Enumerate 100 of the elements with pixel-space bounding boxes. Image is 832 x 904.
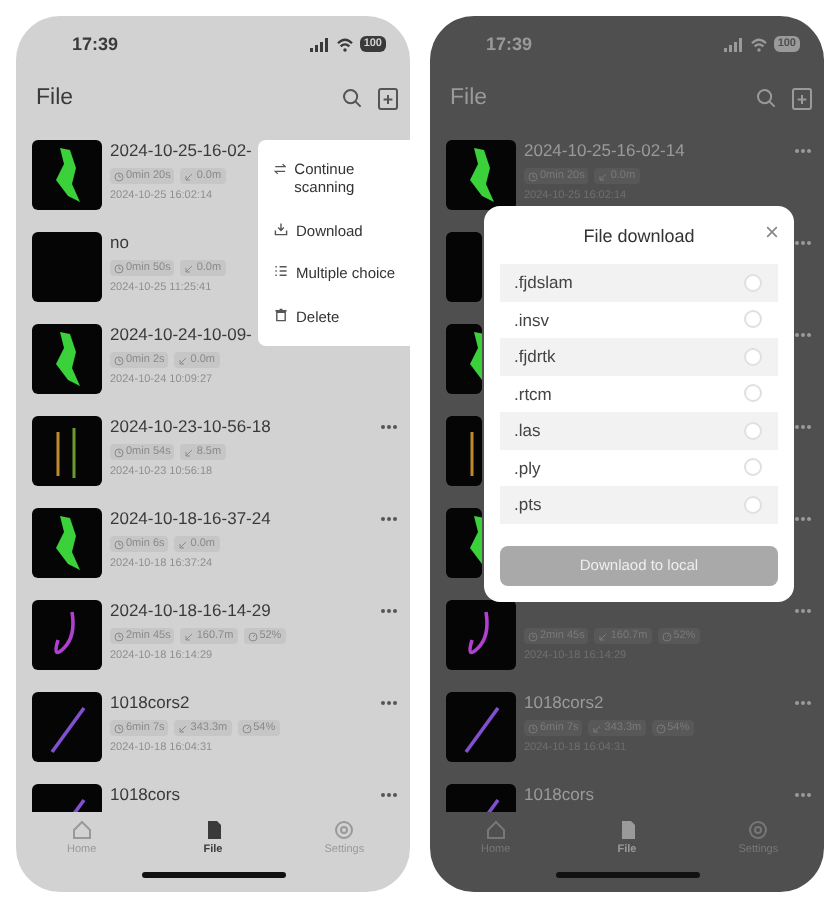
more-icon[interactable] — [794, 792, 812, 798]
radio-button[interactable] — [744, 421, 762, 440]
file-name: 2024-10-25-16-02-14 — [524, 140, 685, 162]
more-icon[interactable] — [794, 240, 812, 246]
signal-icon — [309, 37, 330, 51]
more-icon[interactable] — [380, 792, 398, 798]
scan-thumbnail — [32, 692, 102, 762]
search-icon[interactable] — [756, 88, 776, 108]
scan-thumbnail — [32, 324, 102, 394]
wifi-icon — [335, 37, 354, 51]
more-icon[interactable] — [794, 608, 812, 614]
more-icon[interactable] — [380, 516, 398, 522]
clock-icon — [114, 171, 124, 181]
clock-icon — [528, 723, 538, 733]
gauge-icon — [247, 631, 258, 641]
scan-thumbnail — [32, 140, 102, 210]
add-file-icon[interactable] — [378, 87, 398, 109]
file-name: 1018cors2 — [524, 692, 604, 714]
ruler-icon — [598, 171, 609, 181]
ruler-icon — [184, 447, 195, 457]
more-icon[interactable] — [794, 516, 812, 522]
format-label: .las — [514, 420, 541, 441]
gauge-icon — [655, 723, 666, 733]
format-label: .fjdslam — [514, 272, 573, 293]
scan-thumbnail — [446, 324, 482, 394]
scan-thumbnail — [446, 140, 516, 210]
scan-thumbnail — [32, 232, 102, 302]
ruler-icon — [184, 171, 195, 181]
file-name: 2024-10-25-16-02- — [110, 140, 252, 162]
file-name: no — [110, 232, 129, 254]
settings-icon — [748, 820, 769, 840]
gauge-icon — [241, 723, 252, 733]
wifi-icon — [749, 37, 768, 51]
add-file-icon[interactable] — [792, 87, 812, 109]
radio-button[interactable] — [744, 310, 762, 329]
more-icon[interactable] — [794, 424, 812, 430]
scan-thumbnail — [446, 232, 482, 302]
radio-button[interactable] — [744, 458, 762, 477]
more-icon[interactable] — [794, 332, 812, 338]
gauge-icon — [661, 631, 672, 641]
file-icon — [203, 820, 223, 840]
scan-thumbnail — [446, 416, 482, 486]
home-icon — [71, 820, 92, 840]
scan-thumbnail — [32, 600, 102, 670]
clock-icon — [114, 631, 124, 641]
scan-thumbnail — [446, 508, 482, 578]
download-icon — [274, 221, 288, 236]
more-icon[interactable] — [380, 700, 398, 706]
scan-thumbnail — [446, 692, 516, 762]
trash-icon — [274, 307, 288, 321]
ruler-icon — [184, 631, 195, 641]
ruler-icon — [178, 355, 189, 365]
close-icon — [766, 226, 778, 238]
file-icon — [617, 820, 637, 840]
format-option[interactable]: .pts — [500, 486, 778, 523]
page-title: File — [36, 86, 76, 110]
clock-icon — [114, 447, 124, 457]
status-time: 17:39 — [72, 34, 119, 54]
format-label: .rtcm — [514, 383, 552, 404]
format-option[interactable]: .las — [500, 412, 778, 449]
ruler-icon — [178, 723, 189, 733]
status-time: 17:39 — [486, 34, 533, 54]
clock-icon — [114, 539, 124, 549]
clock-icon — [114, 355, 124, 365]
search-icon[interactable] — [342, 88, 362, 108]
radio-button[interactable] — [744, 384, 762, 403]
settings-icon — [334, 820, 355, 840]
file-name: 1018cors2 — [110, 692, 190, 714]
page-title: File — [450, 86, 490, 110]
more-icon[interactable] — [380, 424, 398, 430]
radio-button[interactable] — [744, 495, 762, 514]
file-name: 1018cors — [110, 784, 180, 806]
format-label: .ply — [514, 457, 541, 478]
scan-thumbnail — [446, 600, 516, 670]
clock-icon — [528, 631, 538, 641]
format-label: .insv — [514, 309, 549, 330]
file-name: 2024-10-23-10-56-18 — [110, 416, 271, 438]
format-label: .pts — [514, 494, 542, 515]
more-icon[interactable] — [380, 608, 398, 614]
more-icon[interactable] — [794, 148, 812, 154]
radio-button[interactable] — [744, 273, 762, 292]
more-icon[interactable] — [794, 700, 812, 706]
clock-icon — [114, 723, 124, 733]
radio-button[interactable] — [744, 347, 762, 366]
file-name: 2024-10-18-16-37-24 — [110, 508, 271, 530]
format-option[interactable]: .fjdrtk — [500, 338, 778, 375]
format-option[interactable]: .fjdslam — [500, 264, 778, 301]
close-button[interactable] — [766, 222, 778, 242]
ruler-icon — [184, 263, 195, 273]
clock-icon — [528, 171, 538, 181]
ruler-icon — [598, 631, 609, 641]
swap-icon — [274, 162, 287, 176]
ruler-icon — [592, 723, 603, 733]
scan-thumbnail — [32, 508, 102, 578]
file-name: 2024-10-18-16-14-29 — [110, 600, 271, 622]
dialog-title: File download — [583, 226, 695, 246]
scan-thumbnail — [32, 416, 102, 486]
ruler-icon — [178, 539, 189, 549]
signal-icon — [723, 37, 744, 51]
home-icon — [485, 820, 506, 840]
